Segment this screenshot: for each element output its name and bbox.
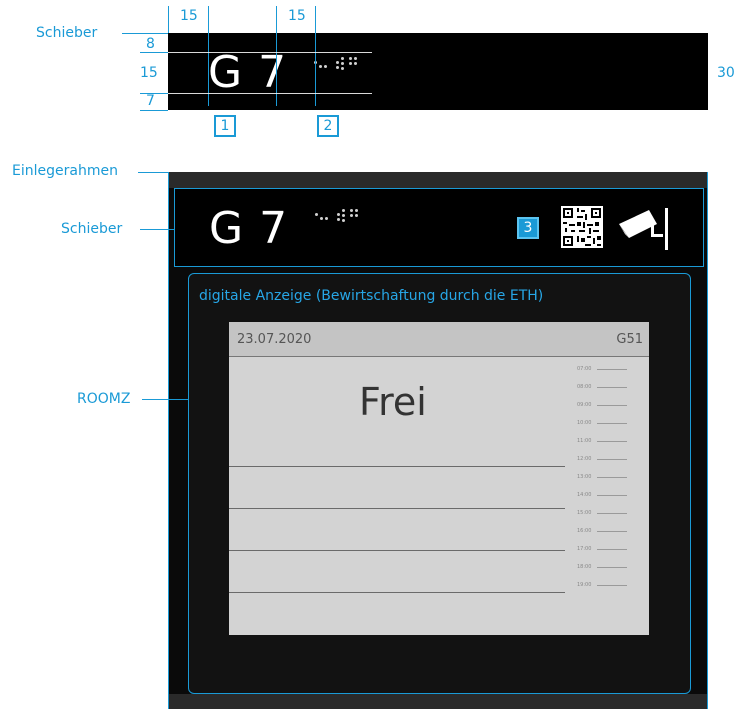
time-tick: 08:00 [577, 384, 592, 390]
leader-schieber-top [122, 33, 168, 34]
label-schieber-top: Schieber [36, 25, 98, 41]
lcd-divider-1 [229, 466, 565, 467]
time-tick: 13:00 [577, 474, 592, 480]
time-tick-line [597, 531, 627, 532]
time-tick: 10:00 [577, 420, 592, 426]
dim-7: 7 [146, 93, 155, 109]
dim-15-right: 15 [288, 8, 306, 24]
time-tick-line [597, 459, 627, 460]
label-roomz: ROOMZ [77, 391, 131, 407]
dim-line-v4 [315, 6, 316, 106]
time-tick-line [597, 387, 627, 388]
dim-8: 8 [146, 36, 155, 52]
time-tick: 16:00 [577, 528, 592, 534]
time-tick-line [597, 477, 627, 478]
time-tick: 07:00 [577, 366, 592, 372]
dim-15-left: 15 [180, 8, 198, 24]
time-tick-line [597, 441, 627, 442]
schieber-mid: G 7 3 [174, 188, 704, 267]
time-tick-line [597, 513, 627, 514]
time-axis: 07:00 08:00 09:00 10:00 11:00 12:00 13:0… [577, 366, 647, 626]
leader-schieber-mid [140, 229, 174, 230]
braille-dots-icon [314, 57, 364, 73]
time-tick: 15:00 [577, 510, 592, 516]
marker-1: 1 [214, 115, 236, 137]
room-code-mid: G 7 [209, 203, 289, 254]
braille-dots-icon [315, 209, 365, 225]
lcd-screen: 23.07.2020 G51 Frei 07:00 08:00 09:00 10… [229, 322, 649, 635]
dim-line-v1 [168, 6, 169, 33]
lcd-divider-3 [229, 550, 565, 551]
display-caption: digitale Anzeige (Bewirtschaftung durch … [199, 288, 544, 304]
dim-line-h1-inner [168, 52, 372, 53]
time-tick-line [597, 495, 627, 496]
time-tick: 12:00 [577, 456, 592, 462]
lcd-header: 23.07.2020 G51 [229, 322, 649, 357]
dim-30: 30 [717, 65, 735, 81]
lcd-room: G51 [616, 332, 643, 347]
time-tick: 17:00 [577, 546, 592, 552]
time-tick: 09:00 [577, 402, 592, 408]
time-tick: 19:00 [577, 582, 592, 588]
frame-top-bar [169, 172, 707, 188]
dim-line-h2-inner [168, 93, 372, 94]
lcd-divider-4 [229, 592, 565, 593]
security-camera-icon [619, 208, 668, 250]
time-tick-line [597, 585, 627, 586]
dim-line-h1 [140, 52, 168, 53]
lcd-date: 23.07.2020 [237, 332, 312, 347]
time-tick: 18:00 [577, 564, 592, 570]
dim-line-h3 [140, 110, 168, 111]
leader-roomz [142, 399, 190, 400]
label-einlegerahmen: Einlegerahmen [12, 163, 118, 179]
dim-line-v2 [208, 6, 209, 106]
qr-code-icon [561, 206, 603, 248]
dim-line-v3 [276, 6, 277, 106]
schieber-strip: G 7 [168, 33, 708, 110]
dim-15-mid: 15 [140, 65, 158, 81]
roomz-panel: digitale Anzeige (Bewirtschaftung durch … [188, 273, 691, 694]
lcd-status: Frei [359, 380, 427, 424]
time-tick: 14:00 [577, 492, 592, 498]
time-tick-line [597, 369, 627, 370]
lcd-divider-2 [229, 508, 565, 509]
marker-2: 2 [317, 115, 339, 137]
leader-einlegerahmen [138, 172, 170, 173]
time-tick-line [597, 405, 627, 406]
label-schieber-mid: Schieber [61, 221, 123, 237]
time-tick: 11:00 [577, 438, 592, 444]
marker-3: 3 [517, 217, 539, 239]
time-tick-line [597, 423, 627, 424]
time-tick-line [597, 549, 627, 550]
frame-bottom-bar [169, 694, 707, 709]
time-tick-line [597, 567, 627, 568]
